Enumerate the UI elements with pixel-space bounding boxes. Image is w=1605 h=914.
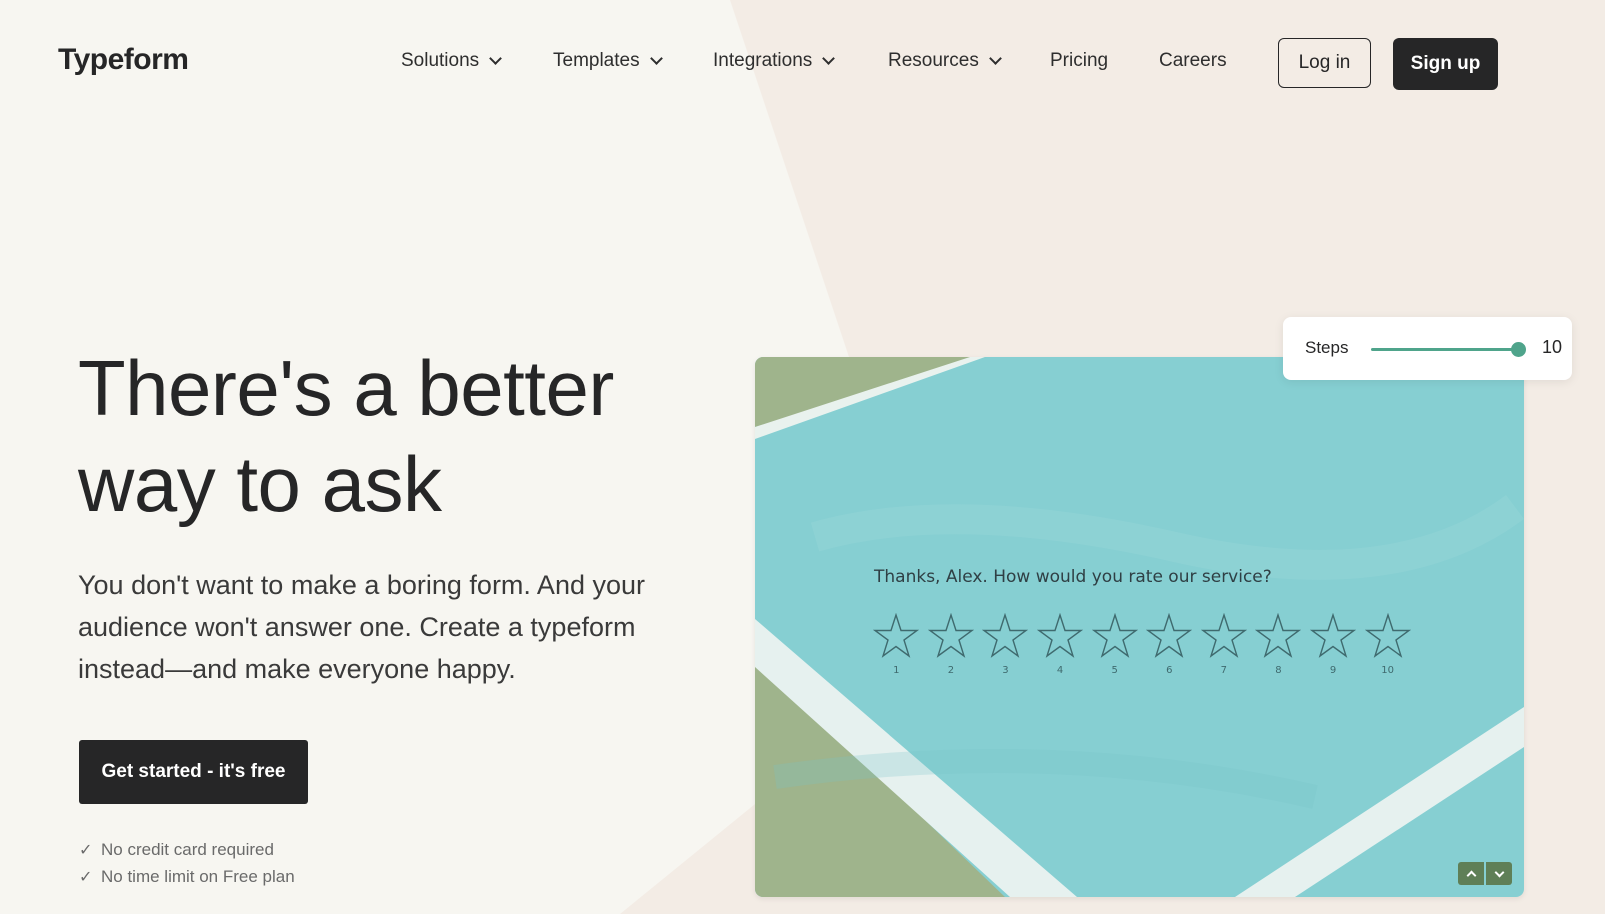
signup-button[interactable]: Sign up [1393, 38, 1498, 90]
rating-option-8[interactable]: 8 [1251, 613, 1306, 676]
rating-number: 7 [1220, 665, 1228, 676]
nav-resources-label: Resources [888, 50, 979, 71]
star-icon [927, 613, 974, 658]
typeform-logo[interactable]: Typeform [58, 43, 189, 77]
rating-option-6[interactable]: 6 [1142, 613, 1197, 676]
rating-number: 1 [893, 665, 900, 676]
rating-question: Thanks, Alex. How would you rate our ser… [874, 567, 1272, 587]
star-rating: 1 2 3 4 5 6 7 8 9 10 [869, 613, 1415, 676]
star-icon [1364, 613, 1411, 658]
nav-careers-label: Careers [1159, 50, 1227, 71]
benefit-item: ✓ No credit card required [79, 836, 295, 863]
hero-title-line-2: way to ask [78, 440, 442, 528]
chevron-down-icon [489, 52, 503, 65]
nav-templates[interactable]: Templates [553, 50, 663, 72]
chevron-down-icon [1494, 867, 1504, 877]
hero-title-line-1: There's a better [78, 344, 614, 432]
star-icon [1200, 613, 1247, 658]
benefit-text: No credit card required [101, 839, 274, 859]
rating-option-4[interactable]: 4 [1033, 613, 1088, 676]
next-question-button[interactable] [1486, 862, 1512, 885]
hero-subtitle: You don't want to make a boring form. An… [78, 570, 645, 684]
chevron-down-icon [822, 52, 836, 65]
rating-option-7[interactable]: 7 [1197, 613, 1252, 676]
form-preview: Thanks, Alex. How would you rate our ser… [755, 357, 1524, 897]
star-icon [873, 613, 920, 658]
nav-pricing[interactable]: Pricing [1050, 50, 1108, 72]
rating-number: 8 [1275, 665, 1282, 676]
steps-label: Steps [1305, 338, 1349, 357]
checkmark-icon: ✓ [79, 868, 93, 886]
chevron-up-icon [1466, 870, 1476, 880]
chevron-down-icon [649, 52, 663, 65]
preview-pager [1458, 862, 1512, 885]
nav-pricing-label: Pricing [1050, 50, 1109, 71]
star-icon [982, 613, 1029, 658]
rating-number: 5 [1111, 665, 1118, 676]
rating-option-9[interactable]: 9 [1306, 613, 1361, 676]
rating-number: 3 [1002, 665, 1009, 676]
steps-widget: Steps 10 [1283, 317, 1572, 380]
hero-title: There's a better way to ask [78, 340, 718, 532]
star-icon [1091, 613, 1138, 658]
rating-option-2[interactable]: 2 [924, 613, 979, 676]
chevron-down-icon [988, 52, 1002, 65]
login-button[interactable]: Log in [1278, 38, 1371, 88]
benefit-item: ✓ No time limit on Free plan [79, 863, 295, 890]
rating-option-10[interactable]: 10 [1360, 613, 1415, 676]
rating-option-3[interactable]: 3 [978, 613, 1033, 676]
checkmark-icon: ✓ [79, 841, 93, 859]
nav-templates-label: Templates [553, 50, 640, 71]
site-header: Typeform Solutions Templates Integration… [0, 0, 1605, 125]
star-icon [1255, 613, 1302, 658]
steps-slider-thumb[interactable] [1511, 342, 1526, 357]
nav-integrations[interactable]: Integrations [713, 50, 836, 72]
nav-careers[interactable]: Careers [1159, 50, 1227, 72]
nav-integrations-label: Integrations [713, 50, 813, 71]
rating-number: 6 [1166, 665, 1173, 676]
nav-resources[interactable]: Resources [888, 50, 1002, 72]
rating-number: 2 [947, 665, 955, 676]
steps-value: 10 [1542, 337, 1563, 357]
nav-solutions-label: Solutions [401, 50, 480, 71]
rating-number: 4 [1056, 665, 1064, 676]
benefit-text: No time limit on Free plan [101, 866, 295, 886]
rating-option-1[interactable]: 1 [869, 613, 924, 676]
star-icon [1037, 613, 1084, 658]
benefit-list: ✓ No credit card required ✓ No time limi… [79, 836, 295, 890]
rating-number: 9 [1329, 665, 1337, 676]
get-started-button[interactable]: Get started - it's free [79, 740, 308, 804]
previous-question-button[interactable] [1458, 862, 1484, 885]
star-icon [1310, 613, 1357, 658]
nav-solutions[interactable]: Solutions [401, 50, 503, 72]
rating-option-5[interactable]: 5 [1087, 613, 1142, 676]
steps-slider-track[interactable] [1371, 348, 1519, 351]
rating-number: 10 [1381, 665, 1394, 676]
star-icon [1146, 613, 1193, 658]
